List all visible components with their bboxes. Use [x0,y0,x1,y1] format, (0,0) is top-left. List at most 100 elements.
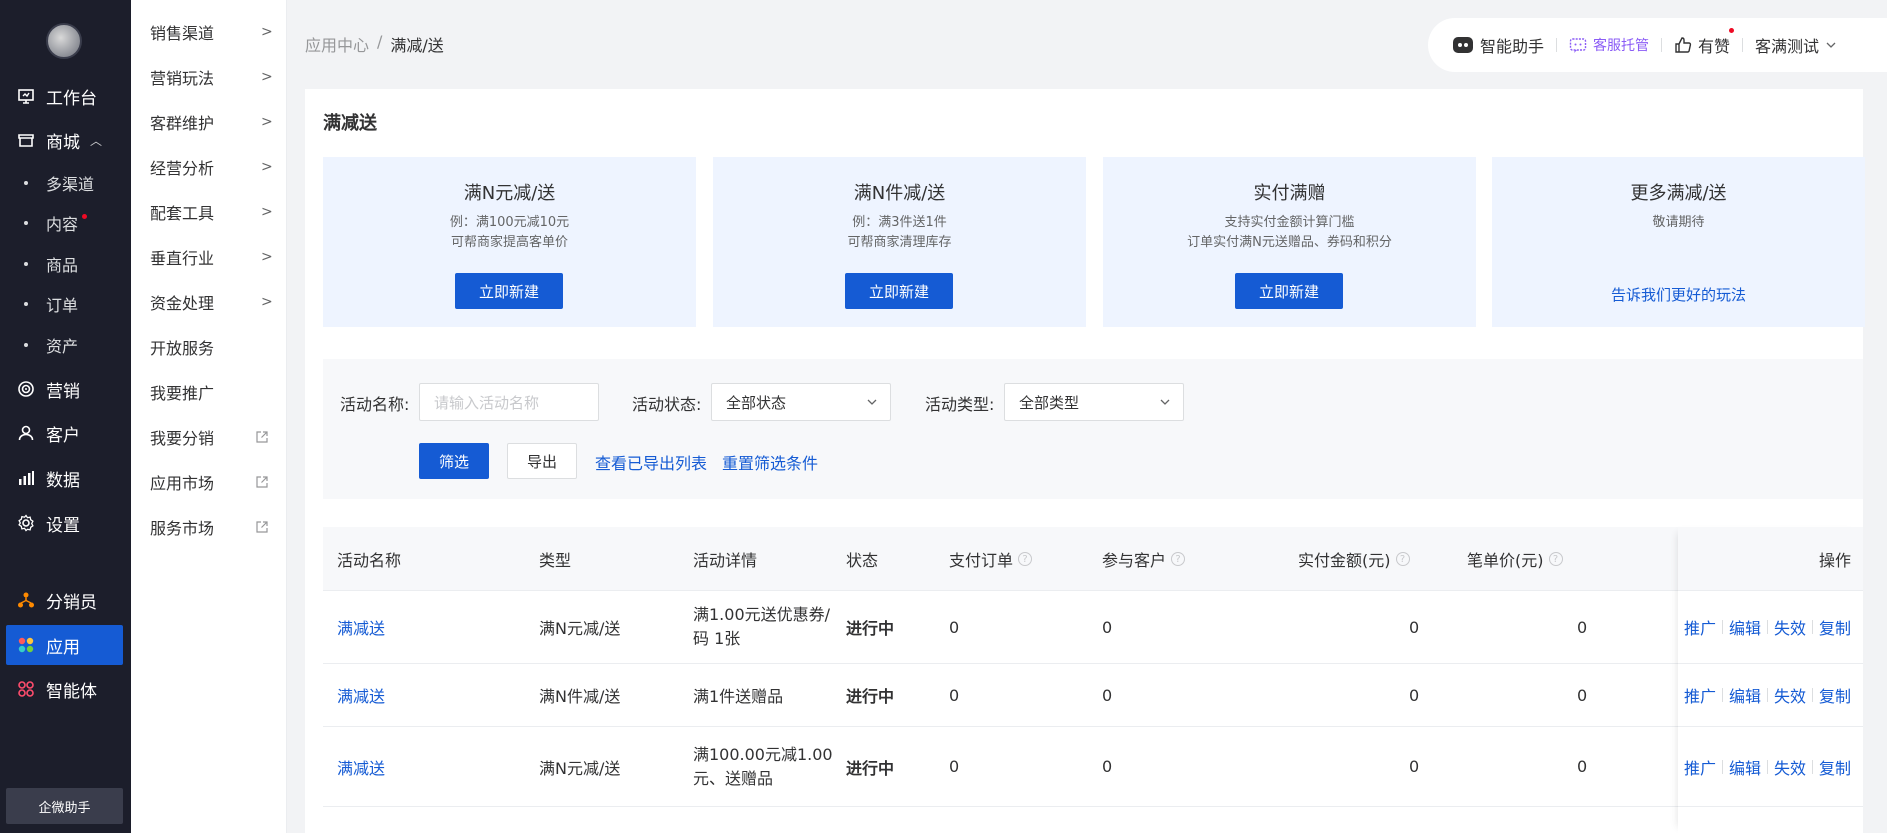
sidebar-subitem-products[interactable]: 商品 [0,244,131,284]
chevron-right-icon: > [261,204,273,220]
breadcrumb-root[interactable]: 应用中心 [305,32,369,56]
sidebar2-item-label: 经营分析 [150,159,215,178]
sidebar-subitem-content[interactable]: 内容 [0,203,131,243]
copy-action[interactable]: 复制 [1819,615,1851,639]
external-link-icon [256,476,268,488]
sidebar-item-agent[interactable]: 智能体 [0,669,131,709]
sidebar2-item-verticals[interactable]: 垂直行业 > [131,237,287,277]
promo-card-paid-gift: 实付满赠 支持实付金额计算门槛 订单实付满N元送赠品、券码和积分 立即新建 [1103,157,1476,327]
wecom-assistant-button[interactable]: 企微助手 [6,788,123,824]
sidebar2-item-marketing-play[interactable]: 营销玩法 > [131,57,287,97]
column-header-customers: 参与客户? [1102,527,1186,591]
sidebar-item-apps[interactable]: 应用 [6,625,123,665]
invalidate-action[interactable]: 失效 [1774,615,1806,639]
chevron-down-icon [1826,42,1836,48]
sidebar-subitem-orders[interactable]: 订单 [0,284,131,324]
card-desc-line: 敬请期待 [1652,215,1705,230]
edit-action[interactable]: 编辑 [1729,755,1761,779]
sidebar-item-customers[interactable]: 客户 [0,413,131,453]
help-icon[interactable]: ? [1395,552,1410,566]
edit-action[interactable]: 编辑 [1729,683,1761,707]
promote-action[interactable]: 推广 [1684,683,1716,707]
sidebar2-item-open-services[interactable]: 开放服务 [131,327,287,367]
sidebar2-item-service-market[interactable]: 服务市场 [131,507,287,547]
view-exports-link[interactable]: 查看已导出列表 [595,450,707,474]
account-menu[interactable]: 客满测试 [1743,33,1849,57]
activity-status-select[interactable]: 全部状态 [711,383,891,421]
smart-assistant-label: 智能助手 [1480,37,1545,56]
divider [1766,759,1768,774]
promo-card-more: 更多满减/送 敬请期待 告诉我们更好的玩法 [1492,157,1865,327]
card-desc-line: 支持实付金额计算门槛 [1224,215,1355,230]
help-icon[interactable]: ? [1171,552,1186,566]
sidebar2-item-promote[interactable]: 我要推广 [131,372,287,412]
sidebar-item-settings[interactable]: 设置 [0,503,131,543]
create-button[interactable]: 立即新建 [845,273,953,309]
card-desc-line: 可帮商家清理库存 [847,235,952,250]
create-button[interactable]: 立即新建 [1235,273,1343,309]
cell-amount: 0 [1409,685,1420,705]
edit-action[interactable]: 编辑 [1729,615,1761,639]
sidebar-item-label: 营销 [46,381,80,402]
secondary-sidebar: 销售渠道 > 营销玩法 > 客群维护 > 经营分析 > 配套工具 > 垂直行业 > 资金处理… [131,0,287,833]
smart-assistant-button[interactable]: 智能助手 [1428,33,1556,57]
cell-customers: 0 [1102,757,1113,776]
sidebar2-item-customer-care[interactable]: 客群维护 > [131,102,287,142]
youzan-like-button[interactable]: 有赞 [1662,28,1742,57]
activity-type-value: 全部类型 [1019,393,1080,412]
copy-action[interactable]: 复制 [1819,683,1851,707]
column-header-label: 支付订单 [949,551,1014,570]
invalidate-action[interactable]: 失效 [1774,683,1806,707]
help-icon[interactable]: ? [1018,552,1033,566]
robot-icon [1453,37,1473,53]
sidebar-subitem-multichannel[interactable]: 多渠道 [0,163,131,203]
help-icon[interactable]: ? [1548,552,1563,566]
sidebar2-item-business-analysis[interactable]: 经营分析 > [131,147,287,187]
sidebar-subitem-assets[interactable]: 资产 [0,325,131,365]
chevron-right-icon: > [261,69,273,85]
avatar[interactable] [46,23,82,59]
sidebar-subitem-label: 资产 [46,337,79,356]
column-header-status: 状态 [846,551,879,570]
sidebar2-item-distribute[interactable]: 我要分销 [131,417,287,457]
sidebar-item-data[interactable]: 数据 [0,458,131,498]
promote-action[interactable]: 推广 [1684,615,1716,639]
sidebar2-item-app-market[interactable]: 应用市场 [131,462,287,502]
export-button[interactable]: 导出 [507,443,577,479]
card-desc-line: 例：满3件送1件 [852,215,947,230]
activity-name-input[interactable]: 请输入活动名称 [419,383,599,421]
card-desc: 敬请期待 [1492,213,1865,233]
promote-action[interactable]: 推广 [1684,755,1716,779]
invalidate-action[interactable]: 失效 [1774,755,1806,779]
sidebar-item-marketing[interactable]: 营销 [0,369,131,409]
row-actions: 推广 编辑 失效 复制 [1684,591,1851,663]
promo-card-quantity: 满N件减/送 例：满3件送1件 可帮商家清理库存 立即新建 [713,157,1086,327]
feedback-link[interactable]: 告诉我们更好的玩法 [1492,284,1865,305]
card-desc: 支持实付金额计算门槛 订单实付满N元送赠品、券码和积分 [1103,213,1476,253]
marketing-icon [17,380,35,398]
filter-button[interactable]: 筛选 [419,443,489,479]
sidebar-item-workbench[interactable]: 工作台 [0,76,131,116]
activity-name-link[interactable]: 满减送 [337,727,385,806]
divider [1766,620,1768,634]
shop-icon [17,131,35,149]
sidebar2-item-sales-channels[interactable]: 销售渠道 > [131,12,287,52]
customer-icon [17,424,35,442]
activity-name-link[interactable]: 满减送 [337,664,385,726]
shop-avatar-area[interactable] [0,0,131,80]
sidebar2-item-funds[interactable]: 资金处理 > [131,282,287,322]
copy-action[interactable]: 复制 [1819,755,1851,779]
card-desc: 例：满3件送1件 可帮商家清理库存 [713,213,1086,253]
sidebar2-item-label: 服务市场 [150,519,215,538]
sidebar-item-shop[interactable]: 商城 ︿ [0,120,131,160]
activity-name-link[interactable]: 满减送 [337,591,385,663]
activity-type-select[interactable]: 全部类型 [1004,383,1184,421]
sidebar-item-distributor[interactable]: 分销员 [0,580,131,620]
row-actions: 推广 编辑 失效 复制 [1684,664,1851,726]
reset-filters-link[interactable]: 重置筛选条件 [722,450,818,474]
customer-service-hosting-button[interactable]: 客服托管 [1557,35,1661,55]
create-button[interactable]: 立即新建 [455,273,563,309]
sidebar2-item-tools[interactable]: 配套工具 > [131,192,287,232]
service-bot-icon [1569,38,1587,53]
external-link-icon [256,521,268,533]
